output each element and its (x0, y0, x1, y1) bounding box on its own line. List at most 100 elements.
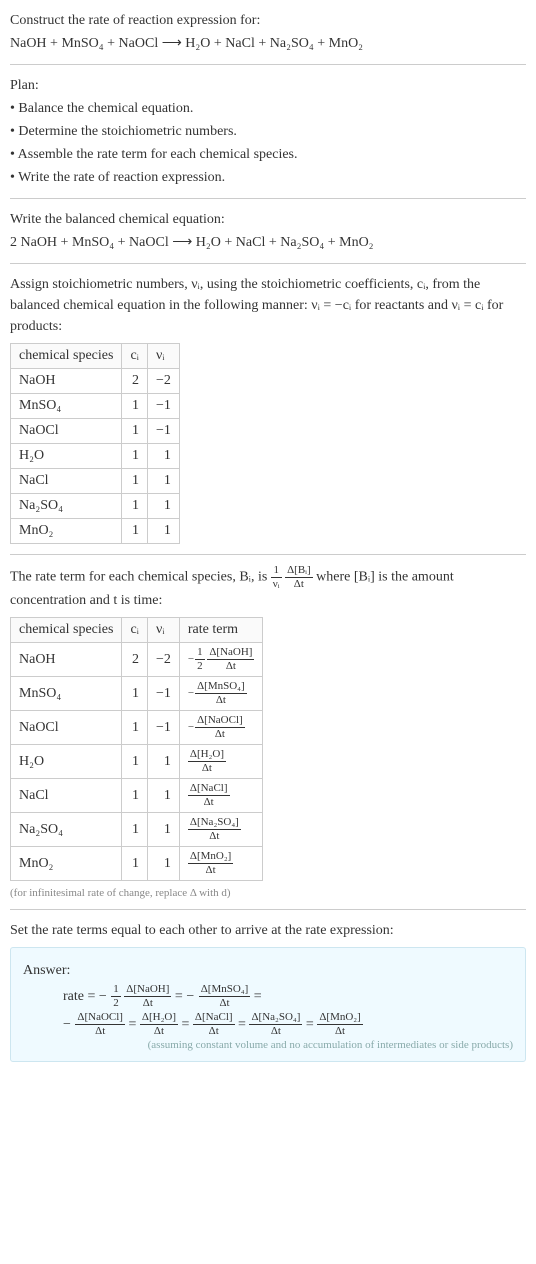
frac-den: Δt (75, 1024, 125, 1037)
divider (10, 554, 526, 555)
equals: = (128, 1017, 139, 1032)
table-row: NaCl11 (11, 469, 180, 494)
frac-den: Δt (249, 1024, 302, 1037)
answer-label: Answer: (23, 960, 513, 981)
frac-num: Δ[Na₂SO₄] (188, 817, 241, 829)
cell: −1 (147, 677, 179, 711)
col-rate: rate term (179, 618, 263, 643)
final-intro: Set the rate terms equal to each other t… (10, 920, 526, 941)
cell: 1 (122, 745, 148, 779)
table-header-row: chemical species cᵢ νᵢ rate term (11, 618, 263, 643)
cell: 1 (122, 394, 148, 419)
answer-footnote: (assuming constant volume and no accumul… (23, 1039, 513, 1051)
cell: 1 (147, 519, 179, 544)
frac-den: Δt (317, 1024, 362, 1037)
cell: MnSO₄ (11, 394, 122, 419)
minus: − (188, 653, 194, 665)
frac-num: Δ[H₂O] (140, 1012, 178, 1024)
frac-den: νᵢ (271, 577, 282, 590)
table-row: NaOCl1−1−Δ[NaOCl]Δt (11, 711, 263, 745)
cell: 1 (122, 779, 148, 813)
minus: − (188, 721, 194, 733)
table-row: H₂O11 (11, 444, 180, 469)
fraction: Δ[Bᵢ] Δt (285, 565, 313, 590)
fraction: Δ[Na₂SO₄]Δt (188, 817, 241, 842)
equals: = (254, 989, 262, 1004)
frac-den: 2 (111, 996, 121, 1009)
fraction: 1 νᵢ (271, 565, 282, 590)
frac-den: Δt (188, 829, 241, 842)
rate-intro: The rate term for each chemical species,… (10, 565, 526, 611)
plan-item: • Balance the chemical equation. (10, 98, 526, 119)
answer-box: Answer: rate = − 12 Δ[NaOH]Δt = − Δ[MnSO… (10, 947, 526, 1062)
frac-num: Δ[NaCl] (188, 783, 230, 795)
cell: 1 (147, 779, 179, 813)
minus: − (99, 989, 107, 1004)
rate-table-footnote: (for infinitesimal rate of change, repla… (10, 887, 526, 899)
cell: −1 (147, 711, 179, 745)
frac-den: Δt (140, 1024, 178, 1037)
divider (10, 198, 526, 199)
frac-den: Δt (199, 996, 251, 1009)
divider (10, 263, 526, 264)
cell: −2 (147, 643, 179, 677)
cell-rate: Δ[H₂O]Δt (179, 745, 263, 779)
fraction: Δ[MnO₂]Δt (188, 851, 233, 876)
cell: MnO₂ (11, 519, 122, 544)
cell: −1 (147, 419, 179, 444)
answer-expression: rate = − 12 Δ[NaOH]Δt = − Δ[MnSO₄]Δt = −… (23, 983, 513, 1039)
cell: 1 (147, 847, 179, 881)
fraction: 12 (111, 984, 121, 1009)
frac-num: Δ[NaOCl] (75, 1012, 125, 1024)
plan-item: • Determine the stoichiometric numbers. (10, 121, 526, 142)
frac-num: 1 (111, 984, 121, 996)
cell: NaOCl (11, 419, 122, 444)
cell: MnO₂ (11, 847, 122, 881)
cell: 1 (122, 419, 148, 444)
cell: 1 (147, 444, 179, 469)
cell: 1 (147, 469, 179, 494)
frac-den: Δt (188, 863, 233, 876)
cell: −1 (147, 394, 179, 419)
table-row: NaOH2−2 (11, 369, 180, 394)
fraction: Δ[NaOH]Δt (124, 984, 171, 1009)
cell: 1 (147, 494, 179, 519)
plan-title: Plan: (10, 75, 526, 96)
cell: 1 (122, 711, 148, 745)
cell: 1 (122, 494, 148, 519)
cell: 1 (122, 847, 148, 881)
frac-num: Δ[MnSO₄] (195, 681, 247, 693)
cell: 1 (122, 677, 148, 711)
frac-den: Δt (285, 577, 313, 590)
cell: 1 (122, 813, 148, 847)
balanced-title: Write the balanced chemical equation: (10, 209, 526, 230)
fraction: Δ[NaCl]Δt (188, 783, 230, 808)
col-c: cᵢ (122, 618, 148, 643)
fraction: Δ[MnSO₄]Δt (195, 681, 247, 706)
stoich-table: chemical species cᵢ νᵢ NaOH2−2 MnSO₄1−1 … (10, 343, 180, 544)
col-v: νᵢ (147, 344, 179, 369)
equals: = (306, 1017, 317, 1032)
col-c: cᵢ (122, 344, 148, 369)
cell: MnSO₄ (11, 677, 122, 711)
cell-rate: −Δ[MnSO₄]Δt (179, 677, 263, 711)
fraction: Δ[H₂O]Δt (140, 1012, 178, 1037)
cell: 1 (147, 813, 179, 847)
minus: − (63, 1017, 71, 1032)
minus: − (186, 989, 194, 1004)
equals: = (238, 1017, 249, 1032)
frac-num: Δ[NaOH] (207, 647, 254, 659)
equals: = (175, 989, 186, 1004)
fraction: Δ[H₂O]Δt (188, 749, 226, 774)
fraction: Δ[NaCl]Δt (193, 1012, 235, 1037)
frac-num: Δ[NaOH] (124, 984, 171, 996)
cell-rate: Δ[NaCl]Δt (179, 779, 263, 813)
table-row: NaOCl1−1 (11, 419, 180, 444)
cell: 1 (122, 469, 148, 494)
cell-rate: Δ[MnO₂]Δt (179, 847, 263, 881)
frac-num: Δ[Na₂SO₄] (249, 1012, 302, 1024)
frac-den: Δt (195, 693, 247, 706)
cell: H₂O (11, 444, 122, 469)
cell: 1 (122, 444, 148, 469)
frac-num: Δ[NaCl] (193, 1012, 235, 1024)
